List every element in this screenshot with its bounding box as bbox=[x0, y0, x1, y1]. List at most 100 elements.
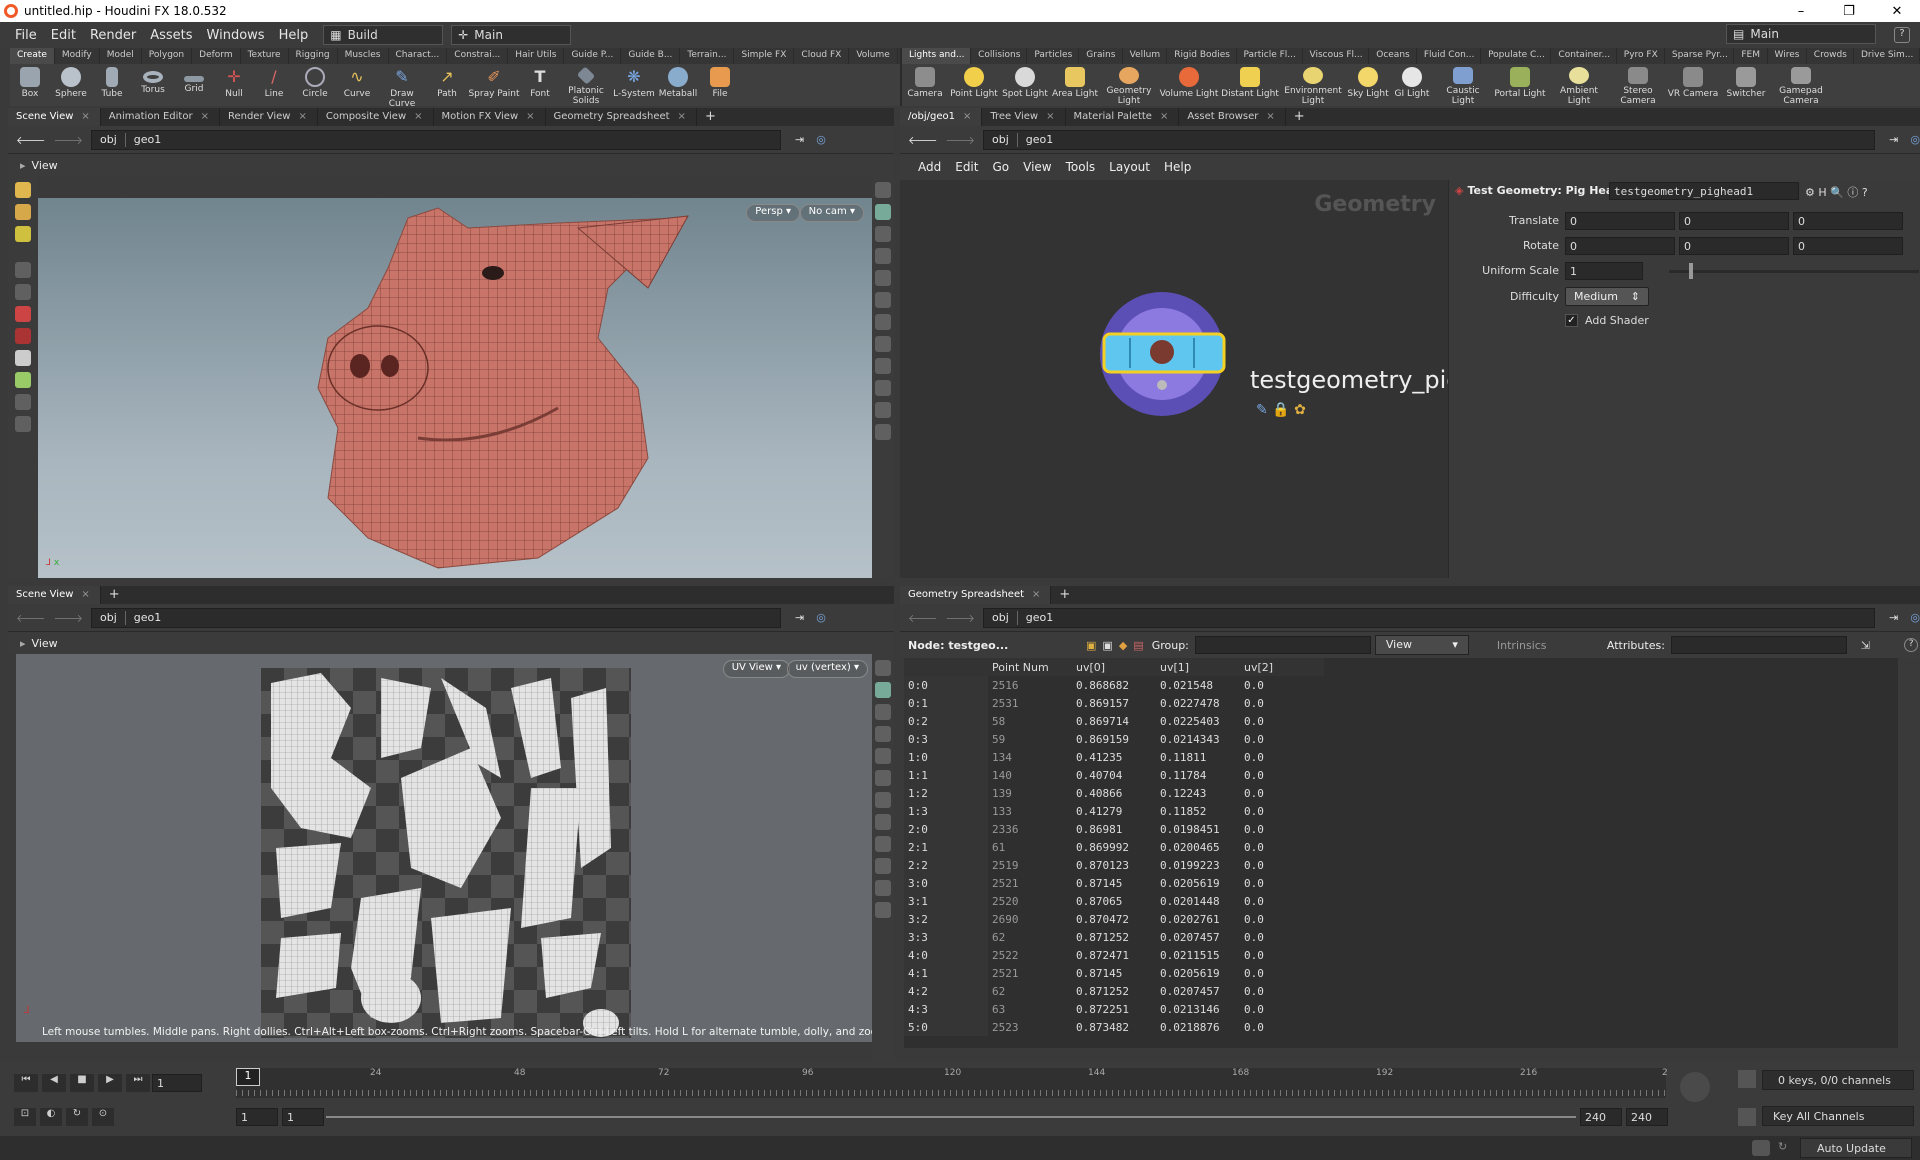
shelf-tab[interactable]: Rigging bbox=[289, 48, 338, 64]
tool-platonic[interactable]: Platonic Solids bbox=[560, 64, 612, 106]
perspective-viewport[interactable]: Persp ▾ No cam ▾ ⅃ x bbox=[38, 198, 872, 578]
scale-slider-handle[interactable] bbox=[1689, 263, 1693, 279]
add-tab-icon[interactable]: + bbox=[697, 108, 724, 126]
end-frame-field[interactable]: 240 bbox=[1580, 1108, 1622, 1126]
back-arrow-icon[interactable]: 🡐 bbox=[16, 611, 46, 625]
frame-track[interactable]: 1 24 48 72 96 120 144 168 192 216 2 bbox=[236, 1068, 1668, 1098]
shelf-tab[interactable]: Drive Sim... bbox=[1854, 48, 1920, 64]
detail-mode-icon[interactable]: ▤ bbox=[1133, 639, 1143, 652]
tool-environment-light[interactable]: Environment Light bbox=[1280, 64, 1346, 106]
shelf-tab[interactable]: Oceans bbox=[1369, 48, 1417, 64]
shelf-tab[interactable]: Constrai... bbox=[447, 48, 509, 64]
visibility-icon[interactable] bbox=[875, 682, 891, 698]
tool-sky-light[interactable]: Sky Light bbox=[1346, 64, 1390, 106]
tool-draw-curve[interactable]: ✎ Draw Curve bbox=[378, 64, 426, 106]
shelf-tab[interactable]: FEM bbox=[1734, 48, 1768, 64]
node-name-field[interactable]: testgeometry_pighead1 bbox=[1609, 182, 1799, 200]
table-row[interactable]: 4:3 63 0.872251 0.0213146 0.0 bbox=[904, 1000, 1324, 1018]
shelf-tab[interactable]: Guide P... bbox=[564, 48, 622, 64]
tool-tube[interactable]: Tube bbox=[92, 64, 132, 106]
menu-layout[interactable]: Layout bbox=[1109, 160, 1150, 174]
close-tab-icon[interactable]: × bbox=[81, 111, 89, 122]
display-icon[interactable] bbox=[875, 660, 891, 676]
tab-network[interactable]: /obj/geo1 × bbox=[900, 108, 983, 126]
light-icon[interactable] bbox=[875, 314, 891, 330]
light-icon[interactable] bbox=[875, 792, 891, 808]
maximize-button[interactable]: ❐ bbox=[1826, 0, 1872, 22]
add-tab-icon[interactable]: + bbox=[1286, 108, 1313, 126]
tool-file[interactable]: File bbox=[700, 64, 740, 106]
tab-composite-view[interactable]: Composite View × bbox=[318, 108, 434, 126]
tool-stereo-camera[interactable]: Stereo Camera bbox=[1610, 64, 1666, 106]
pen-icon[interactable] bbox=[875, 902, 891, 918]
audio-toggle-icon[interactable]: ◐ bbox=[40, 1108, 62, 1126]
path-geo[interactable]: geo1 bbox=[126, 133, 169, 146]
column-header[interactable]: uv[1] bbox=[1156, 658, 1240, 676]
tool-torus[interactable]: Torus bbox=[132, 64, 174, 106]
path-obj[interactable]: obj bbox=[92, 133, 125, 146]
close-tab-icon[interactable]: × bbox=[678, 111, 686, 122]
back-arrow-icon[interactable]: 🡐 bbox=[908, 133, 938, 147]
forward-arrow-icon[interactable]: 🡒 bbox=[54, 133, 84, 147]
tab-material-palette[interactable]: Material Palette × bbox=[1066, 108, 1180, 126]
shelf-tab[interactable]: Crowds bbox=[1807, 48, 1854, 64]
shelf-tab[interactable]: Hair Utils bbox=[508, 48, 565, 64]
back-arrow-icon[interactable]: 🡐 bbox=[908, 611, 938, 625]
vertical-scrollbar[interactable] bbox=[1902, 658, 1920, 1048]
rotate-tool-icon[interactable] bbox=[15, 306, 31, 322]
forward-arrow-icon[interactable]: 🡒 bbox=[946, 133, 976, 147]
lock-view-icon[interactable] bbox=[875, 226, 891, 242]
audio-icon[interactable] bbox=[1680, 1072, 1710, 1102]
column-header[interactable] bbox=[904, 658, 988, 676]
shading-icon[interactable] bbox=[875, 270, 891, 286]
scale-slider-track[interactable] bbox=[1669, 270, 1919, 273]
menu-tools[interactable]: Tools bbox=[1066, 160, 1096, 174]
tool-portal-light[interactable]: Portal Light bbox=[1492, 64, 1548, 106]
shelf-tab[interactable]: Deform bbox=[192, 48, 241, 64]
shelf-tab[interactable]: Fluid Con... bbox=[1417, 48, 1482, 64]
intrinsics-dropdown[interactable]: Intrinsics bbox=[1497, 639, 1607, 652]
uv-viewport[interactable]: UV View ▾ uv (vertex) ▾ ⅃ Left mouse tum… bbox=[16, 654, 891, 1042]
table-row[interactable]: 3:3 62 0.871252 0.0207457 0.0 bbox=[904, 928, 1324, 946]
parm-gear-icon[interactable]: ⚙ H 🔍 ⓘ ? bbox=[1805, 184, 1868, 200]
tool-font[interactable]: T Font bbox=[520, 64, 560, 106]
close-tab-icon[interactable]: × bbox=[1046, 111, 1054, 122]
fps-icon[interactable]: ⊙ bbox=[92, 1108, 114, 1126]
menu-windows[interactable]: Windows bbox=[200, 28, 272, 43]
help-icon[interactable]: ? bbox=[1904, 638, 1919, 652]
tool-sphere[interactable]: Sphere bbox=[50, 64, 92, 106]
translate-x-field[interactable]: 0 bbox=[1565, 212, 1675, 230]
pin-icon[interactable]: ⇥ bbox=[1889, 611, 1898, 624]
tab-render-view[interactable]: Render View × bbox=[220, 108, 318, 126]
table-row[interactable]: 0:0 2516 0.868682 0.021548 0.0 bbox=[904, 676, 1324, 694]
wireframe-icon[interactable] bbox=[875, 292, 891, 308]
desktop-main-selector[interactable]: ✛ Main bbox=[451, 25, 572, 45]
shelf-tab[interactable]: Guide B... bbox=[621, 48, 681, 64]
rotate-z-field[interactable]: 0 bbox=[1793, 237, 1903, 255]
tool-gamepad-camera[interactable]: Gamepad Camera bbox=[1772, 64, 1830, 106]
vertices-mode-icon[interactable]: ▣ bbox=[1102, 639, 1112, 652]
primitives-mode-icon[interactable]: ◆ bbox=[1119, 639, 1127, 652]
path-geo[interactable]: geo1 bbox=[1018, 133, 1061, 146]
tool-metaball[interactable]: Metaball bbox=[656, 64, 700, 106]
tool-curve[interactable]: ∿ Curve bbox=[336, 64, 378, 106]
tool-gi-light[interactable]: GI Light bbox=[1390, 64, 1434, 106]
grid-toggle-icon[interactable] bbox=[875, 358, 891, 374]
tab-geometry-spreadsheet[interactable]: Geometry Spreadsheet × bbox=[900, 586, 1052, 604]
tab-scene-view[interactable]: Scene View × bbox=[8, 108, 101, 126]
arrow-tool-icon[interactable] bbox=[15, 262, 31, 278]
group-field[interactable] bbox=[1194, 636, 1371, 654]
link-icon[interactable]: ◎ bbox=[816, 611, 826, 624]
shelf-tab[interactable]: Muscles bbox=[338, 48, 389, 64]
menu-add[interactable]: Add bbox=[918, 160, 941, 174]
link-icon[interactable]: ◎ bbox=[816, 133, 826, 146]
tool-caustic-light[interactable]: Caustic Light bbox=[1434, 64, 1492, 106]
menu-help[interactable]: Help bbox=[272, 28, 316, 43]
wireframe-icon[interactable] bbox=[875, 770, 891, 786]
menu-view[interactable]: View bbox=[1023, 160, 1051, 174]
frame-marker[interactable]: 1 bbox=[236, 1068, 260, 1086]
shelf-tab[interactable]: Viscous Fl... bbox=[1303, 48, 1370, 64]
add-tab-icon[interactable]: + bbox=[101, 586, 128, 604]
tool-path[interactable]: ↗ Path bbox=[426, 64, 468, 106]
tool-circle[interactable]: Circle bbox=[294, 64, 336, 106]
